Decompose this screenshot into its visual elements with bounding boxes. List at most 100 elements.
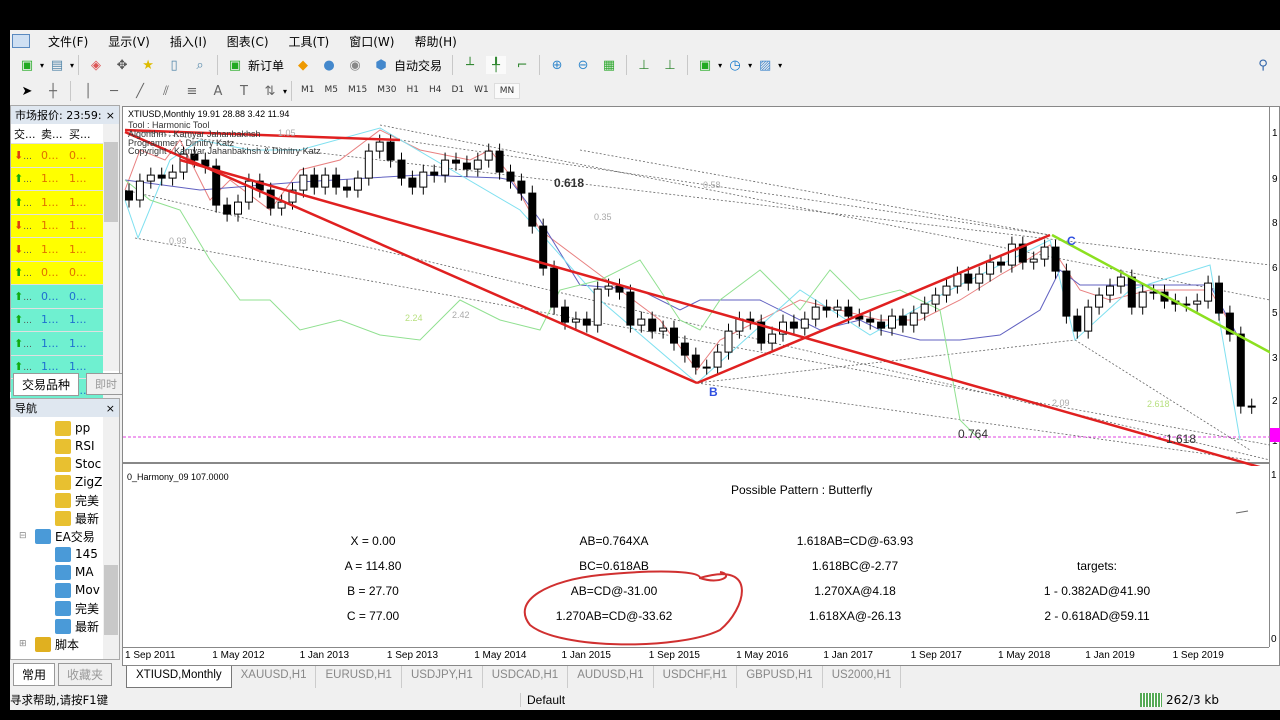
lower-axis-label: 1	[1271, 470, 1277, 481]
candle-2016-02	[702, 366, 711, 369]
price-axis-label: 3	[1272, 353, 1278, 364]
time-axis-label: 1 Jan 2015	[561, 650, 612, 661]
candle-2015-11	[670, 327, 678, 344]
chart-tab[interactable]: XTIUSD,Monthly	[126, 666, 232, 688]
chart-tab[interactable]: US2000,H1	[823, 666, 902, 688]
candle-2013-09	[386, 141, 395, 161]
candle-2017-02	[833, 306, 842, 311]
candle-2014-12	[550, 267, 559, 308]
fib-label: 2.24	[405, 313, 423, 323]
candle-2013-11	[408, 177, 417, 188]
harmony-value: 1.618XA@-26.13	[808, 609, 902, 623]
candle-2019-03	[1106, 285, 1114, 296]
price-axis-label: 5	[1272, 308, 1278, 319]
indicator-name: 0_Harmony_09 107.0000	[127, 472, 229, 482]
pattern-title: Possible Pattern : Butterfly	[731, 483, 873, 497]
candle-2017-10	[920, 303, 929, 314]
candle-2016-04	[724, 330, 733, 353]
harmony-value: B = 27.70	[347, 584, 399, 598]
candle-2020-03	[1236, 333, 1245, 407]
harmony-value: targets:	[1076, 559, 1118, 573]
harmony-value: AB=CD@-31.00	[570, 584, 658, 598]
price-axis-label: 1	[1272, 128, 1278, 139]
time-axis-label: 1 May 2014	[474, 650, 527, 661]
candle-2017-07	[888, 315, 896, 329]
candle-2014-06	[484, 150, 493, 161]
candle-2019-02	[1095, 294, 1104, 308]
candle-2012-01	[168, 171, 177, 179]
candle-2018-12	[1073, 315, 1082, 332]
time-axis-label: 1 May 2016	[736, 650, 789, 661]
candle-2020-04	[1247, 405, 1256, 408]
fib-label: 0.764	[958, 427, 989, 441]
candle-2015-07	[626, 291, 635, 326]
chart-tab[interactable]: USDCAD,H1	[483, 666, 569, 688]
candle-2015-04	[593, 288, 602, 326]
chart-header: XTIUSD,Monthly 19.91 28.88 3.42 11.94	[128, 109, 290, 119]
harmony-value: BC=0.618AB	[579, 559, 649, 573]
harmony-value: 2 - 0.618AD@59.11	[1044, 609, 1150, 623]
candle-2013-10	[397, 159, 406, 179]
fib-label: 2.09	[1052, 398, 1070, 408]
candle-2014-09	[517, 180, 526, 194]
harmony-value: 1.618AB=CD@-63.93	[796, 534, 914, 548]
time-axis-label: 1 Sep 2017	[910, 650, 962, 661]
candle-2014-10	[528, 192, 537, 227]
candle-2013-03	[321, 174, 330, 188]
candle-2013-04	[332, 174, 341, 188]
candle-2014-01	[430, 171, 439, 176]
candle-2016-08	[768, 333, 777, 344]
candle-2013-01	[299, 174, 308, 191]
candle-2018-03	[975, 273, 984, 284]
candle-2018-09	[1040, 246, 1049, 260]
candle-2018-04	[986, 261, 995, 275]
harmony-value: 1.270XA@4.18	[814, 584, 896, 598]
candle-2019-11	[1193, 300, 1202, 305]
candle-2014-02	[441, 159, 450, 176]
fib-label: 0.618	[554, 176, 585, 190]
candle-2011-11	[146, 174, 155, 182]
fib-label: 0.93	[169, 236, 187, 246]
time-axis-label: 1 Jan 2017	[823, 650, 873, 661]
current-price-marker	[1270, 428, 1280, 442]
candle-2017-08	[898, 315, 907, 326]
candle-2016-11	[800, 318, 809, 329]
harmony-value: 1.270AB=CD@-33.62	[555, 609, 673, 623]
candle-2018-10	[1051, 246, 1060, 272]
harmony-value: C = 77.00	[346, 609, 400, 623]
candle-2017-03	[844, 306, 853, 317]
candle-2017-11	[931, 294, 940, 305]
chart-tab[interactable]: GBPUSD,H1	[737, 666, 823, 688]
chart-tab[interactable]: EURUSD,H1	[316, 666, 402, 688]
candle-2018-11	[1062, 270, 1071, 317]
candle-2013-12	[419, 171, 428, 188]
info-copyright: Copyright : Kamyar Jahanbakhsh & Dimitry…	[128, 146, 321, 156]
chart-tab[interactable]: USDCHF,H1	[654, 666, 738, 688]
candle-2015-05	[604, 285, 613, 290]
candle-2011-09	[125, 190, 133, 201]
candle-2014-03	[452, 159, 460, 164]
fib-label: 2.42	[452, 310, 470, 320]
price-axis-label: 2	[1272, 396, 1278, 407]
candle-2017-12	[942, 285, 951, 296]
candle-2014-05	[473, 159, 482, 170]
candle-2017-01	[822, 306, 831, 311]
chart-tab[interactable]: AUDUSD,H1	[568, 666, 654, 688]
candle-2016-03	[713, 351, 722, 368]
price-axis-label: 6	[1272, 263, 1278, 274]
candle-2016-10	[789, 321, 798, 329]
candle-2015-12	[680, 342, 689, 356]
candle-2020-01	[1215, 282, 1223, 314]
time-axis-label: 1 May 2012	[212, 650, 265, 661]
chart-tab[interactable]: USDJPY,H1	[402, 666, 483, 688]
chart-tabs: XTIUSD,Monthly XAUUSD,H1 EURUSD,H1 USDJPY,H…	[126, 666, 902, 688]
chart-tab[interactable]: XAUUSD,H1	[232, 666, 317, 688]
candle-2014-08	[506, 171, 515, 182]
candle-2012-07	[234, 201, 242, 215]
candle-2012-06	[223, 204, 232, 215]
candle-2017-06	[877, 321, 886, 329]
candle-2015-03	[582, 318, 591, 326]
trend-line-green	[1051, 233, 1270, 354]
candle-2015-02	[571, 318, 580, 323]
time-axis-label: 1 Jan 2013	[299, 650, 350, 661]
